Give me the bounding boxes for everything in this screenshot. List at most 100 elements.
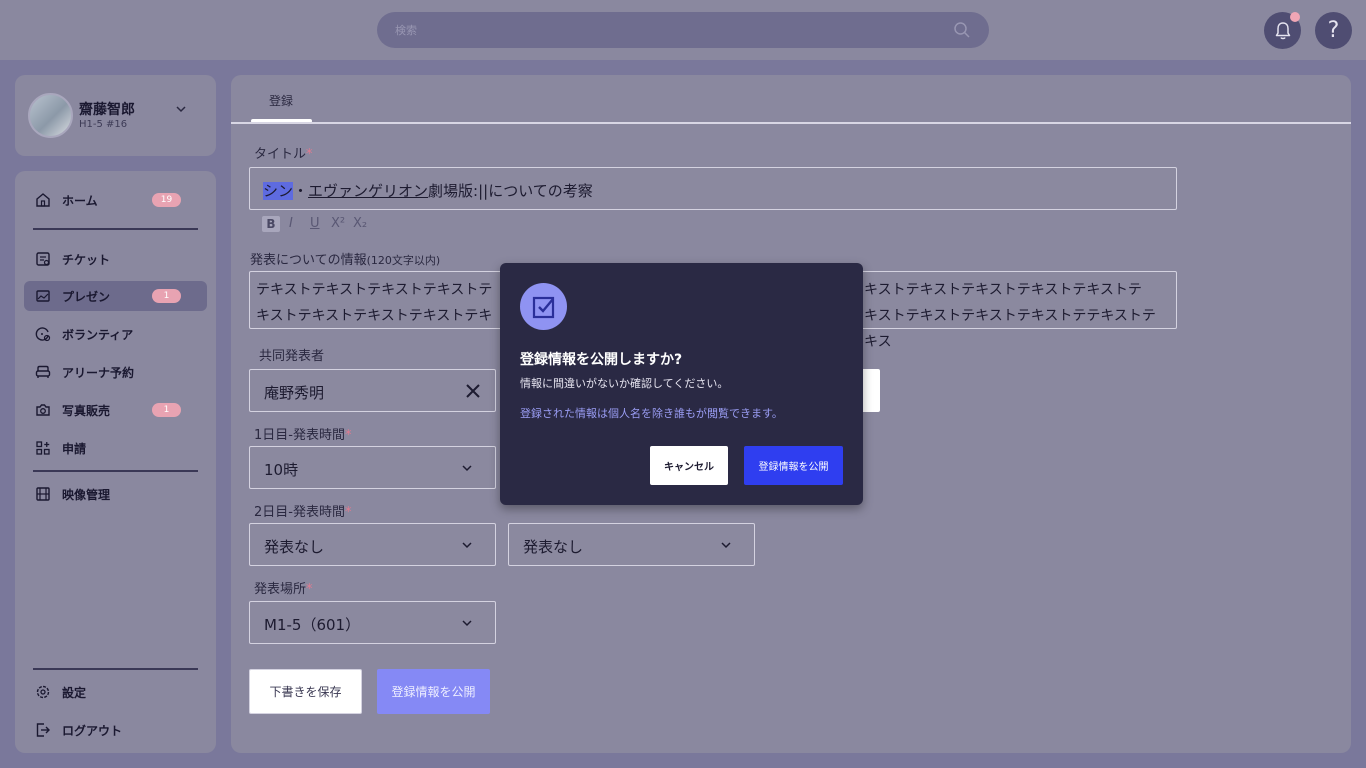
cancel-button[interactable]: キャンセル <box>650 446 728 485</box>
sidebar-item-logout[interactable]: ログアウト <box>24 715 207 745</box>
required-mark: * <box>306 582 313 597</box>
profile-name: 齋藤智郎 <box>79 102 135 118</box>
chevron-down-icon <box>721 542 731 549</box>
sidebar-item-photo-sales[interactable]: 写真販売 1 <box>24 395 207 425</box>
required-mark: * <box>344 428 352 443</box>
sidebar-item-home[interactable]: ホーム 19 <box>24 185 207 215</box>
search-input[interactable] <box>395 20 935 40</box>
divider <box>33 668 198 670</box>
profile-card[interactable]: 齋藤智郎 H1-5 #16 <box>15 75 216 156</box>
search-bar[interactable] <box>377 12 989 48</box>
day2-time-select-a[interactable]: 発表なし <box>249 523 496 566</box>
title-selected-text: シン <box>263 182 294 200</box>
sidebar-item-label: 申請 <box>62 442 87 456</box>
chevron-down-icon <box>462 542 472 549</box>
search-icon[interactable] <box>953 21 971 39</box>
volunteer-icon <box>35 327 51 342</box>
count-badge: 19 <box>152 193 181 207</box>
info-line: キストテキストテキストテキストテキ <box>256 308 493 324</box>
sidebar-item-presentation[interactable]: プレゼン 1 <box>24 281 207 311</box>
italic-button[interactable]: I <box>289 216 293 231</box>
dialog-note: 登録された情報は個人名を除き誰もが閲覧できます。 <box>520 407 783 420</box>
day1-label: 1日目-発表時間* <box>254 424 351 443</box>
select-value: 発表なし <box>523 538 584 556</box>
count-badge: 1 <box>152 403 181 417</box>
sidebar-item-volunteer[interactable]: ボランティア <box>24 319 207 349</box>
profile-id: H1-5 #16 <box>79 119 128 130</box>
place-select[interactable]: M1-5（601） <box>249 601 496 644</box>
title-value[interactable]: シン・エヴァンゲリオン劇場版:||についての考察 <box>263 180 593 201</box>
bold-button[interactable]: B <box>262 216 280 232</box>
sidebar-item-label: ログアウト <box>62 724 123 738</box>
sidebar-item-ticket[interactable]: チケット <box>24 244 207 274</box>
sidebar-item-label: 写真販売 <box>62 404 111 418</box>
select-value: M1-5（601） <box>264 616 361 634</box>
title-field[interactable]: シン・エヴァンゲリオン劇場版:||についての考察 <box>249 167 1177 210</box>
place-label: 発表場所* <box>254 578 313 597</box>
required-mark: * <box>306 147 313 162</box>
day2-label: 2日目-発表時間* <box>254 501 351 520</box>
info-line: テキストテキストテキストテキストテ <box>256 282 493 298</box>
sofa-icon <box>35 365 51 378</box>
help-button[interactable]: ? <box>1315 12 1352 49</box>
logout-icon <box>36 723 50 737</box>
tab-divider <box>231 122 1351 124</box>
sidebar-item-label: チケット <box>62 253 111 267</box>
co-presenter-name: 庵野秀明 <box>264 384 325 402</box>
confirm-publish-button[interactable]: 登録情報を公開 <box>744 446 843 485</box>
chevron-down-icon[interactable] <box>174 102 188 116</box>
info-label: 発表についての情報(120文字以内) <box>250 249 440 268</box>
day2-time-select-b[interactable]: 発表なし <box>508 523 755 566</box>
divider <box>33 470 198 472</box>
chevron-down-icon <box>462 465 472 472</box>
gear-icon <box>36 685 50 699</box>
sidebar-item-settings[interactable]: 設定 <box>24 677 207 707</box>
info-label-text: 発表についての情報 <box>250 253 367 268</box>
notification-dot <box>1290 12 1300 22</box>
sidebar-item-label: アリーナ予約 <box>62 366 135 380</box>
title-text-segment: 劇場版:||についての考察 <box>428 182 593 200</box>
sidebar-item-label: プレゼン <box>62 290 111 304</box>
sidebar-item-arena[interactable]: アリーナ予約 <box>24 357 207 387</box>
sidebar-item-label: 設定 <box>62 686 87 700</box>
apply-icon <box>36 441 50 455</box>
checkbox-icon <box>532 296 554 318</box>
sidebar-item-video[interactable]: 映像管理 <box>24 479 207 509</box>
co-presenter-chip[interactable]: 庵野秀明 <box>249 369 496 412</box>
title-label-text: タイトル <box>254 147 307 162</box>
required-mark: * <box>344 505 352 520</box>
sidebar-item-label: ボランティア <box>62 328 134 342</box>
sidebar-nav: ホーム 19 チケット プレゼン 1 ボランティア アリーナ予約 写真販売 1 … <box>15 171 216 753</box>
title-underlined-text: エヴァンゲリオン <box>308 182 429 200</box>
subscript-button[interactable]: X₂ <box>353 216 367 231</box>
divider <box>33 228 198 230</box>
avatar <box>28 93 73 138</box>
co-presenter-label: 共同発表者 <box>259 349 325 364</box>
select-value: 発表なし <box>264 538 325 556</box>
camera-icon <box>36 404 50 416</box>
dialog-title: 登録情報を公開しますか? <box>520 352 683 368</box>
day1-time-select[interactable]: 10時 <box>249 446 496 489</box>
superscript-button[interactable]: X² <box>331 216 345 231</box>
day2-label-text: 2日目-発表時間 <box>254 505 345 520</box>
publish-button[interactable]: 登録情報を公開 <box>377 669 490 714</box>
sidebar-item-label: 映像管理 <box>62 488 111 502</box>
title-text-segment: ・ <box>293 182 309 200</box>
dialog-icon-circle <box>520 283 567 330</box>
home-icon <box>36 193 50 207</box>
place-label-text: 発表場所 <box>254 582 307 597</box>
save-draft-button[interactable]: 下書きを保存 <box>249 669 362 714</box>
tab-register[interactable]: 登録 <box>269 92 293 109</box>
day1-label-text: 1日目-発表時間 <box>254 428 345 443</box>
close-icon[interactable] <box>465 383 481 399</box>
co-presenter-input[interactable] <box>861 369 880 412</box>
title-label: タイトル* <box>254 143 313 162</box>
underline-button[interactable]: U <box>310 216 320 231</box>
chevron-down-icon <box>462 620 472 627</box>
sidebar-item-label: ホーム <box>62 194 98 208</box>
presentation-icon <box>36 290 50 302</box>
film-icon <box>36 487 50 501</box>
dialog-subtitle: 情報に間違いがないか確認してください。 <box>520 377 729 390</box>
select-value: 10時 <box>264 461 299 479</box>
sidebar-item-apply[interactable]: 申請 <box>24 433 207 463</box>
